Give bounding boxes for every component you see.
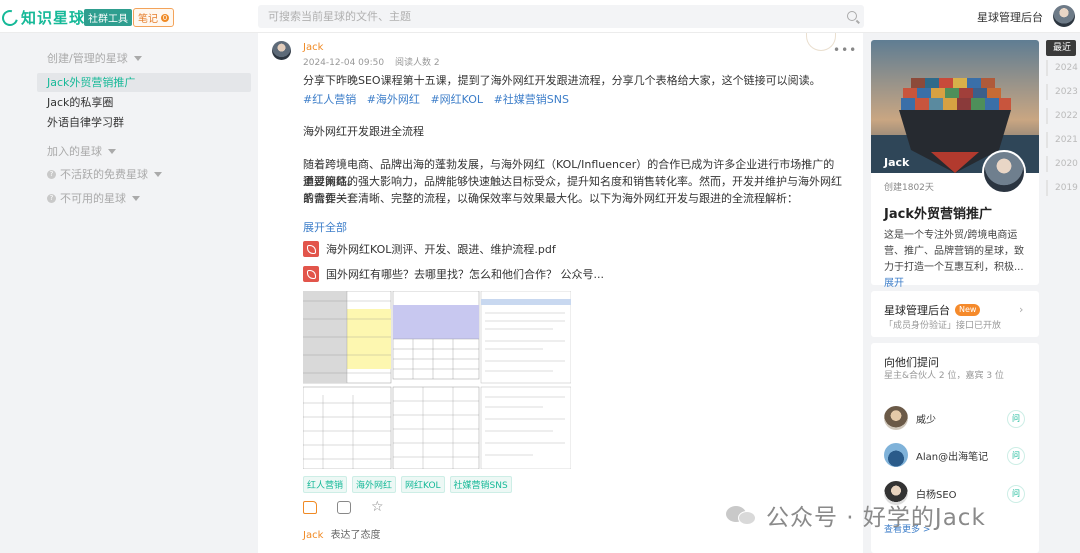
expand-description-link[interactable]: 展开 [884, 278, 904, 289]
comment-icon[interactable] [337, 501, 351, 514]
admin-card-subtitle: 「成员身份验证」接口已开放 [884, 321, 1002, 331]
post-actions: ☆ [303, 500, 384, 514]
attachment-file[interactable]: 海外网红KOL测评、开发、跟进、维护流程.pdf [303, 241, 556, 257]
search-icon[interactable] [847, 11, 857, 21]
post-heading: 海外网红开发跟进全流程 [303, 125, 424, 138]
section-inactive-free[interactable]: ? 不活跃的免费星球 [47, 166, 162, 182]
hashtag[interactable]: #海外网红 [367, 93, 420, 106]
search-input[interactable] [258, 5, 818, 28]
ask-question-button[interactable]: 问 [1007, 447, 1025, 465]
user-avatar[interactable] [1053, 5, 1075, 27]
ask-question-button[interactable]: 问 [1007, 410, 1025, 428]
timeline-year[interactable]: 2024 [1046, 60, 1078, 76]
timeline-year[interactable]: 2022 [1046, 108, 1078, 124]
admin-card-title: 星球管理后台 [884, 304, 950, 317]
logo[interactable]: 知识星球 [0, 6, 86, 29]
post-readers: 阅读人数 2 [394, 58, 440, 68]
notes-count: 0 [161, 13, 169, 22]
wechat-icon [726, 503, 758, 527]
tag-chip[interactable]: 海外网红 [352, 476, 397, 493]
post-date: 2024-12-04 09:50 [303, 58, 385, 68]
ask-person[interactable]: Alan@出海笔记 [884, 443, 988, 467]
timeline-year[interactable]: 2019 [1046, 180, 1078, 196]
wechat-watermark: 公众号 · 好学的Jack [726, 498, 986, 532]
attachment-name: 海外网红KOL测评、开发、跟进、维护流程.pdf [326, 243, 556, 256]
post-meta: 2024-12-04 09:50 阅读人数 2 [303, 55, 448, 68]
section-label: 加入的星球 [47, 145, 102, 158]
timeline-year[interactable]: 2020 [1046, 156, 1078, 172]
timeline-year[interactable]: 2021 [1046, 132, 1078, 148]
help-icon: ? [47, 169, 56, 179]
ask-question-button[interactable]: 问 [1007, 485, 1025, 503]
link-icon [303, 266, 319, 282]
top-bar: 知识星球 社群工具 笔记 0 星球管理后台 [0, 0, 1080, 33]
logo-text: 知识星球 [21, 9, 86, 27]
pdf-icon [303, 241, 319, 257]
group-description: 这是一个专注外贸/跨境电商运营、推广、品牌营销的星球，致力于打造一个互惠互利，积… [884, 228, 1029, 292]
new-badge: New [955, 304, 981, 316]
section-unavailable[interactable]: ? 不可用的星球 [47, 190, 140, 206]
sidebar-item-language-study[interactable]: 外语自律学习群 [37, 113, 251, 132]
help-icon: ? [47, 193, 56, 203]
sidebar-item-jack-private[interactable]: Jack的私享圈 [37, 93, 251, 112]
tag-chip[interactable]: 红人营销 [303, 476, 348, 493]
hashtag[interactable]: #社媒营销SNS [494, 93, 569, 106]
search-box [258, 5, 864, 28]
section-label: 不活跃的免费星球 [60, 168, 148, 181]
cover-owner-name: Jack [884, 156, 910, 169]
attachment-link[interactable]: 国外网红有哪些？去哪里找？怎么和他们合作？ 公众号... [303, 266, 604, 282]
chevron-down-icon [132, 195, 140, 201]
timeline-recent[interactable]: 最近 [1046, 40, 1076, 56]
expand-all-link[interactable]: 展开全部 [303, 219, 347, 235]
logo-icon [0, 6, 21, 29]
more-options-icon[interactable]: ••• [833, 43, 857, 57]
sidebar-item-jack-marketing[interactable]: Jack外贸营销推广 [37, 73, 251, 92]
chevron-right-icon: › [1019, 303, 1024, 316]
reaction-summary: Jack 表达了态度 [303, 526, 381, 541]
reacted-text: 表达了态度 [330, 530, 381, 541]
tag-chip[interactable]: 社媒营销SNS [449, 476, 512, 493]
reacted-user[interactable]: Jack [303, 530, 323, 541]
tag-chip-list: 红人营销 海外网红 网红KOL 社媒营销SNS [303, 476, 512, 493]
spreadsheet-preview-graphic [302, 290, 572, 470]
timeline-year[interactable]: 2023 [1046, 84, 1078, 100]
tag-chip[interactable]: 网红KOL [401, 476, 445, 493]
owner-avatar[interactable] [982, 150, 1026, 194]
sticker-decoration [806, 33, 836, 51]
person-name: 威少 [916, 414, 936, 426]
community-tools-badge[interactable]: 社群工具 [84, 9, 132, 26]
watermark-text: 公众号 · 好学的Jack [766, 505, 986, 531]
notes-button[interactable]: 笔记 0 [133, 8, 174, 27]
chevron-down-icon [133, 55, 142, 61]
post-card: Jack 2024-12-04 09:50 阅读人数 2 ••• 分享下昨晚SE… [258, 33, 863, 553]
hashtag[interactable]: #网红KOL [430, 93, 483, 106]
person-avatar [884, 443, 908, 467]
section-label: 创建/管理的星球 [47, 52, 128, 65]
post-author[interactable]: Jack [303, 42, 323, 53]
admin-console-link[interactable]: 星球管理后台 [977, 9, 1043, 25]
hashtag-list: #红人营销 #海外网红 #网红KOL #社媒营销SNS [303, 91, 576, 107]
star-icon[interactable]: ☆ [371, 500, 384, 514]
group-title: Jack外贸营销推广 [884, 207, 992, 222]
person-avatar [884, 406, 908, 430]
admin-card-heading: 星球管理后台 New [884, 302, 981, 318]
spreadsheet-preview-image[interactable] [302, 290, 572, 470]
section-created-groups[interactable]: 创建/管理的星球 [47, 50, 142, 66]
section-joined-groups[interactable]: 加入的星球 [47, 143, 116, 159]
chevron-down-icon [154, 171, 162, 177]
attachment-name: 国外网红有哪些？去哪里找？怎么和他们合作？ 公众号... [326, 268, 604, 281]
ask-subtitle: 星主&合伙人 2 位，嘉宾 3 位 [884, 371, 1004, 381]
founded-days: 创建1802天 [884, 183, 934, 193]
section-label: 不可用的星球 [60, 192, 126, 205]
ask-person[interactable]: 威少 [884, 406, 936, 430]
author-avatar[interactable] [272, 41, 291, 60]
group-description-text: 这是一个专注外贸/跨境电商运营、推广、品牌营销的星球，致力于打造一个互惠互利，积… [884, 230, 1024, 273]
post-body-line: 系需要一套清晰、完整的流程，以确保效率与效果最大化。以下为海外网红开发与跟进的全… [303, 192, 798, 205]
chevron-down-icon [108, 148, 116, 154]
hashtag[interactable]: #红人营销 [303, 93, 356, 106]
person-name: Alan@出海笔记 [916, 451, 989, 463]
like-icon[interactable] [303, 501, 317, 514]
notes-label: 笔记 [138, 14, 158, 25]
post-intro: 分享下昨晚SEO课程第十五课，提到了海外网红开发跟进流程，分享几个表格给大家，这… [303, 74, 821, 87]
